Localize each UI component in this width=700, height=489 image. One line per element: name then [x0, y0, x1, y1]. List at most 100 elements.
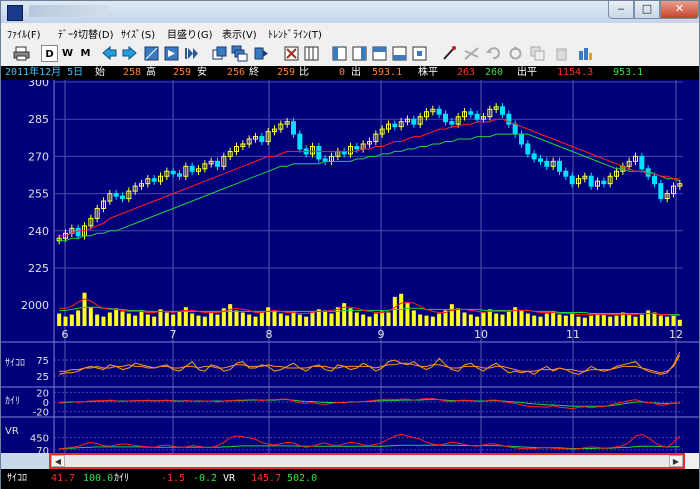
pen-icon[interactable] [441, 45, 458, 62]
volume-bar [551, 311, 556, 326]
vr-series1-line [59, 433, 681, 450]
undo-icon[interactable] [485, 45, 502, 62]
kairi-panel-label: ｶｲﾘ [5, 395, 20, 407]
title-bar[interactable]: ‒ □ ✕ [1, 1, 699, 23]
monthly-button[interactable]: M [77, 45, 94, 62]
print-icon[interactable] [13, 45, 30, 62]
volume-bar [114, 308, 119, 326]
candle-body [259, 136, 265, 143]
horizontal-scrollbar[interactable]: ◀ ▶ [49, 453, 685, 469]
volume-bar [386, 312, 391, 326]
panel-right-icon[interactable] [351, 45, 368, 62]
maximize-button[interactable]: □ [634, 1, 660, 19]
window-stack-icon[interactable] [211, 45, 228, 62]
candle-body [569, 175, 575, 185]
volume-bar [500, 314, 505, 326]
candle-body [189, 165, 195, 172]
volume-bar [297, 314, 302, 326]
volume-bar [424, 315, 429, 326]
volume-bar [652, 312, 657, 326]
daily-button[interactable]: D [41, 45, 58, 62]
volume-bar [215, 314, 220, 326]
volume-bar [367, 316, 372, 326]
menu-trendline[interactable]: ﾄﾚﾝﾄﾞﾗｲﾝ(T) [268, 26, 322, 41]
volume-bar [177, 311, 182, 326]
volume-bar [247, 314, 252, 326]
arrow-right-icon[interactable] [121, 45, 138, 62]
price-tick-label: 255 [28, 188, 49, 201]
volume-bar [95, 314, 100, 326]
info-close: 259 [277, 67, 296, 78]
status-kairi-label: ｶｲﾘ [114, 473, 129, 484]
candle-body [474, 113, 480, 120]
info-change-label: 比 [299, 67, 309, 78]
copy-icon[interactable] [529, 45, 546, 62]
zoom-step-icon[interactable] [163, 45, 180, 62]
menu-scale[interactable]: 目盛り(G) [167, 26, 213, 41]
x-box-icon[interactable] [283, 45, 300, 62]
volume-bar [544, 313, 549, 326]
arrow-left-icon[interactable] [101, 45, 118, 62]
candle-body [468, 111, 474, 115]
volume-bar [190, 313, 195, 326]
chart-area[interactable]: 300 285 270 255 240 225 2000 6 7 8 9 10 11 12 ｻｲｺﾛ 75 25… [1, 76, 699, 457]
minimize-button[interactable]: ‒ [608, 1, 634, 19]
info-date: 2011年12月 5日 [5, 67, 84, 78]
panel-left-icon[interactable] [331, 45, 348, 62]
window-cascade-icon[interactable] [231, 45, 248, 62]
status-kairi1: -1.5 [161, 473, 186, 484]
close-button[interactable]: ✕ [660, 1, 699, 19]
date-tick-label: 8 [266, 328, 273, 341]
menu-size[interactable]: ｻｲｽﾞ(S) [121, 26, 155, 41]
trash-icon[interactable] [553, 45, 570, 62]
zoom-box-icon[interactable] [143, 45, 160, 62]
volume-bar [76, 310, 81, 326]
panel-top-icon[interactable] [371, 45, 388, 62]
volume-bar [63, 316, 68, 326]
panel-bottom-icon[interactable] [391, 45, 408, 62]
volume-tick-label: 2000 [21, 299, 49, 312]
price-tick-label: 225 [28, 262, 49, 275]
volume-bar [380, 311, 385, 326]
settings-chart-icon[interactable] [577, 45, 594, 62]
candle-body [557, 160, 562, 172]
volume-bar [278, 313, 283, 326]
candle-body [316, 145, 322, 160]
indicator-status-bar: ｻｲｺﾛ 41.7 100.0 ｶｲﾘ -1.5 -0.2 VR 145.7 5… [1, 469, 699, 489]
menu-view[interactable]: 表示(V) [222, 26, 257, 41]
info-high-label: 高 [146, 67, 156, 78]
columns-icon[interactable] [303, 45, 320, 62]
redo-icon[interactable] [507, 45, 524, 62]
volume-bar [133, 315, 138, 326]
volume-bar [253, 316, 258, 326]
date-tick-label: 10 [474, 328, 488, 341]
resize-grip-icon[interactable] [685, 453, 699, 469]
app-icon [7, 5, 23, 21]
panel-center-icon[interactable] [411, 45, 428, 62]
fast-forward-icon[interactable] [183, 45, 200, 62]
menu-data-switch[interactable]: ﾃﾞｰﾀ切替(D) [58, 26, 114, 41]
volume-bar [354, 312, 359, 326]
scroll-left-arrow-icon[interactable]: ◀ [51, 455, 65, 467]
trendline-icon[interactable] [463, 45, 480, 62]
window-flip-icon[interactable] [253, 45, 270, 62]
volume-bar [608, 316, 613, 326]
volume-bar [152, 316, 157, 326]
volume-bar [171, 314, 176, 326]
candle-body [113, 193, 119, 197]
vr-tick-label: 450 [30, 434, 49, 445]
date-tick-label: 7 [170, 328, 177, 341]
volume-bar [525, 313, 530, 326]
volume-bar [639, 314, 644, 326]
info-volume: 593.1 [372, 67, 403, 78]
stock-chart[interactable]: 300 285 270 255 240 225 2000 6 7 8 9 10 11 12 ｻｲｺﾛ 75 25… [1, 76, 699, 457]
kairi-tick-label: -20 [33, 408, 49, 419]
status-psy-label: ｻｲｺﾛ [7, 473, 27, 484]
menu-file[interactable]: ﾌｧｲﾙ(F) [7, 26, 41, 41]
volume-bar [582, 317, 587, 326]
scroll-right-arrow-icon[interactable]: ▶ [669, 455, 683, 467]
weekly-button[interactable]: W [59, 45, 76, 62]
volume-bar [107, 312, 112, 326]
volume-bar [285, 315, 290, 326]
volume-bar [532, 315, 537, 326]
